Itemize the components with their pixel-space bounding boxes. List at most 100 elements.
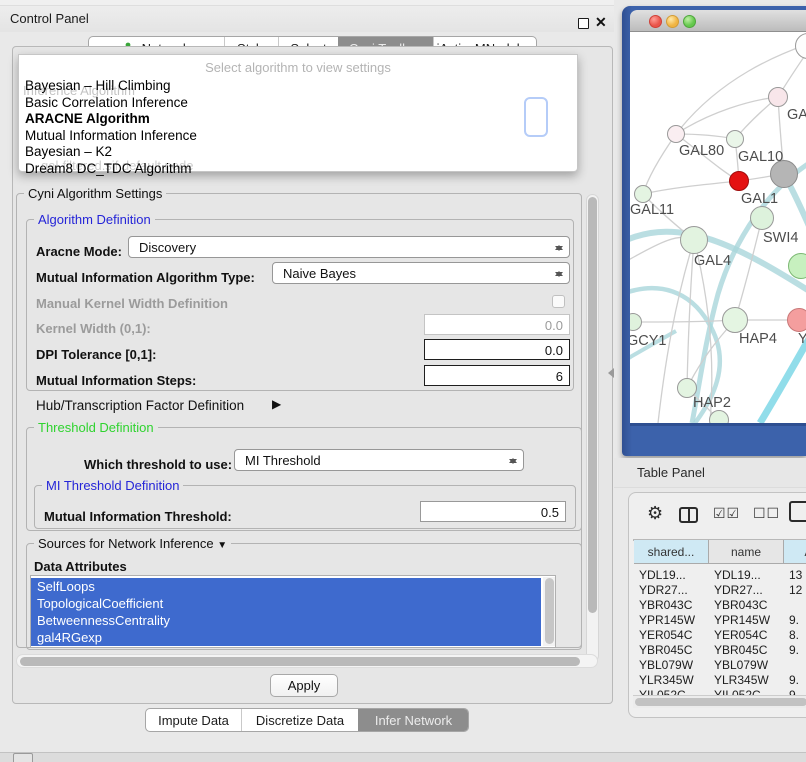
node-label: SWI4 — [763, 230, 798, 246]
table-panel-title: Table Panel — [637, 465, 705, 480]
algorithm-dropdown-popup: Select algorithm to view settings Infere… — [18, 54, 578, 172]
dpi-tolerance-field[interactable]: 0.0 — [424, 339, 570, 360]
list-scrollbar-thumb[interactable] — [545, 578, 554, 644]
network-node[interactable] — [667, 125, 685, 143]
control-panel-title: Control Panel — [10, 11, 89, 26]
menu-item[interactable]: Dream8 DC_TDC Algorithm — [25, 161, 192, 176]
select-all-columns-icon[interactable]: ☑☑ — [713, 505, 740, 522]
table-row[interactable]: YDL19... YDL19... 13 — [634, 568, 806, 583]
network-node[interactable] — [787, 308, 806, 332]
network-node[interactable] — [680, 226, 708, 254]
table-row[interactable]: YER054C YER054C 8. — [634, 628, 806, 643]
window-shadow — [630, 423, 806, 426]
table-row[interactable]: YBR045C YBR045C 9. — [634, 643, 806, 658]
mi-algorithm-type-label: Mutual Information Algorithm Type: — [36, 270, 255, 285]
network-node[interactable] — [634, 185, 652, 203]
tab-infer-network[interactable]: Infer Network — [358, 709, 468, 731]
table-row[interactable]: YBR043C YBR043C — [634, 598, 806, 613]
mi-algorithm-type-select[interactable]: Naive Bayes — [272, 262, 570, 284]
node-label: HAP2 — [693, 395, 731, 411]
expand-arrow-icon[interactable]: ▶ — [272, 397, 281, 411]
splitter-collapse-arrow[interactable] — [603, 368, 614, 378]
network-node[interactable] — [726, 130, 744, 148]
node-label: Y — [798, 331, 806, 347]
ghost-focus-ring — [524, 97, 548, 137]
node-label: GAL10 — [738, 149, 783, 165]
kernel-width-field[interactable]: 0.0 — [424, 314, 570, 335]
table-panel-titlebar: Table Panel — [614, 458, 806, 488]
network-node-selected[interactable] — [729, 171, 749, 191]
column-header[interactable]: name — [709, 540, 784, 564]
export-table-icon[interactable] — [789, 501, 806, 522]
list-item[interactable]: gal4RGexp — [31, 629, 541, 646]
group-title: Algorithm Definition — [34, 212, 155, 227]
node-table: shared... name A YDL19... YDL19... 13 YD… — [633, 539, 806, 541]
dropdown-placeholder: Select algorithm to view settings — [19, 60, 577, 75]
node-label: GAL4 — [694, 253, 731, 269]
minimize-traffic-light[interactable] — [666, 15, 679, 28]
horizontal-scrollbar-thumb[interactable] — [20, 657, 580, 666]
table-horizontal-scrollbar — [633, 695, 806, 708]
mi-steps-field[interactable]: 6 — [424, 365, 570, 386]
list-item[interactable]: SelfLoops — [31, 578, 541, 595]
which-threshold-label: Which threshold to use: — [84, 457, 232, 472]
aracne-mode-select[interactable]: Discovery — [128, 236, 570, 258]
columns-icon[interactable] — [679, 507, 698, 523]
control-panel-titlebar: Control Panel ✕ — [0, 6, 614, 32]
network-window-titlebar[interactable] — [630, 10, 806, 32]
node-label: GAL1 — [741, 191, 778, 207]
network-node[interactable] — [722, 307, 748, 333]
node-label: HAP4 — [739, 331, 777, 347]
hub-definition-label[interactable]: Hub/Transcription Factor Definition — [36, 398, 244, 413]
tab-impute-data[interactable]: Impute Data — [146, 709, 241, 731]
bottom-strip — [0, 752, 806, 762]
collapsed-panel-icon[interactable] — [13, 753, 33, 762]
list-item[interactable]: TopologicalCoefficient — [31, 595, 541, 612]
kernel-width-label: Kernel Width (0,1): — [36, 321, 151, 336]
network-node[interactable] — [768, 87, 788, 107]
table-row[interactable]: YPR145W YPR145W 9. — [634, 613, 806, 628]
zoom-traffic-light[interactable] — [683, 15, 696, 28]
menu-item[interactable]: Mutual Information Inference — [25, 128, 197, 143]
data-attributes-label: Data Attributes — [34, 559, 127, 574]
which-threshold-select[interactable]: MI Threshold — [234, 449, 524, 471]
close-traffic-light[interactable] — [649, 15, 662, 28]
apply-button[interactable]: Apply — [270, 674, 338, 697]
column-header[interactable]: A — [784, 540, 806, 564]
application-window: Control Panel ✕ Network Style Select Cyn… — [0, 0, 806, 762]
network-node[interactable] — [750, 206, 774, 230]
cyni-mode-tabbar: Impute Data Discretize Data Infer Networ… — [145, 708, 469, 732]
menu-item-selected[interactable]: ARACNE Algorithm — [25, 111, 150, 126]
collapse-arrow-icon[interactable]: ▼ — [217, 540, 227, 551]
network-canvas[interactable]: GAL GAL80 GAL10 GAL1 GAL11 SWI4 GAL4 GCY… — [630, 32, 806, 423]
mi-threshold-field[interactable]: 0.5 — [420, 501, 566, 522]
close-icon[interactable]: ✕ — [595, 14, 607, 31]
table-row[interactable]: YLR345W YLR345W 9. — [634, 673, 806, 688]
dpi-tolerance-label: DPI Tolerance [0,1]: — [36, 347, 156, 362]
menu-item[interactable]: Basic Correlation Inference — [25, 95, 188, 110]
gear-icon[interactable]: ⚙ — [647, 503, 663, 524]
column-header[interactable]: shared... — [634, 540, 709, 564]
deselect-all-columns-icon[interactable]: ☐☐ — [753, 505, 780, 522]
vertical-scrollbar-thumb[interactable] — [588, 197, 597, 613]
manual-kernel-checkbox[interactable] — [552, 295, 565, 308]
table-scrollbar-thumb[interactable] — [635, 698, 806, 706]
stepper-arrows-icon — [554, 240, 564, 256]
table-row[interactable]: YDR27... YDR27... 12 — [634, 583, 806, 598]
menu-item[interactable]: Bayesian – Hill Climbing — [25, 78, 171, 93]
table-panel: ⚙ ☑☑ ☐☐ shared... name A YDL19... YDL19.… — [628, 492, 806, 718]
menu-item[interactable]: Bayesian – K2 — [25, 144, 112, 159]
mi-threshold-label: Mutual Information Threshold: — [44, 509, 232, 524]
group-title: MI Threshold Definition — [42, 478, 183, 493]
manual-kernel-label: Manual Kernel Width Definition — [36, 296, 228, 311]
list-item[interactable]: BetweennessCentrality — [31, 612, 541, 629]
stepper-arrows-icon — [508, 453, 518, 469]
sources-title[interactable]: Sources for Network Inference ▼ — [34, 536, 231, 551]
float-window-icon[interactable] — [578, 18, 589, 29]
table-row[interactable]: YBL079W YBL079W — [634, 658, 806, 673]
settings-horizontal-scrollbar — [16, 654, 598, 668]
data-attributes-list: SelfLoops TopologicalCoefficient Between… — [30, 575, 556, 648]
tab-discretize-data[interactable]: Discretize Data — [241, 709, 358, 731]
stepper-arrows-icon — [554, 266, 564, 282]
network-node[interactable] — [709, 410, 729, 423]
